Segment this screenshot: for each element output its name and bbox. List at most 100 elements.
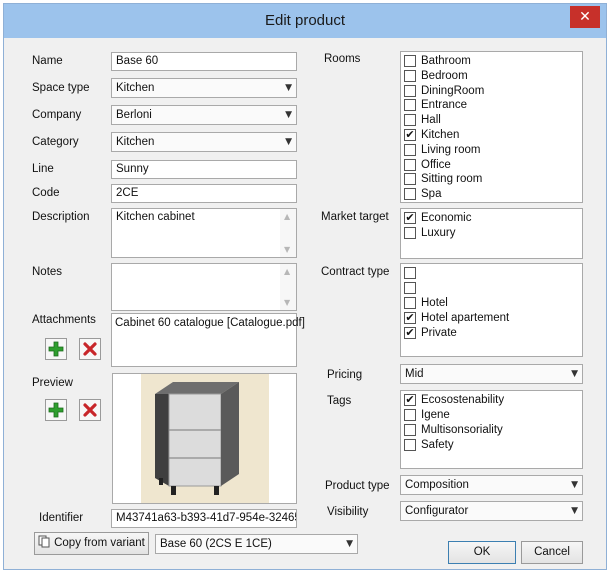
room-item-bedroom[interactable]: Bedroom [404,69,468,84]
tags-checklist[interactable]: ✔ Ecosostenability Igene Multisonsorialit… [400,390,583,469]
copy-icon [38,535,50,548]
room-checkbox[interactable] [404,84,416,97]
room-item-entrance[interactable]: Entrance [404,99,467,113]
market-target-checklist[interactable]: ✔ Economic Luxury [400,208,583,259]
copy-from-variant-button[interactable]: Copy from variant [34,532,149,555]
market-checkbox[interactable] [404,227,416,239]
contract-checkbox[interactable] [404,267,416,279]
room-label: Living room [421,143,481,156]
room-checkbox[interactable] [404,69,416,82]
contract-item-blank-2[interactable] [404,282,421,296]
close-button[interactable]: ✕ [570,6,600,28]
notes-scrollbar[interactable]: ▲ ▼ [280,264,296,310]
plus-icon [48,341,64,357]
cancel-button[interactable]: Cancel [521,541,583,564]
room-label: Hall [421,114,441,127]
visibility-select[interactable]: Configurator ▼ [400,501,583,521]
identifier-field[interactable]: M43741a63-b393-41d7-954e-324650c [111,509,297,528]
add-preview-button[interactable] [45,399,67,421]
room-checkbox[interactable] [404,173,416,186]
room-checkbox[interactable] [404,114,416,127]
variant-select[interactable]: Base 60 (2CS E 1CE) ▼ [155,534,358,554]
chevron-down-icon: ▼ [571,506,578,516]
scroll-down-icon[interactable]: ▼ [284,245,290,254]
room-label: DiningRoom [421,84,485,97]
market-label: Luxury [421,227,456,239]
room-item-sitting-room[interactable]: Sitting room [404,173,482,187]
tag-item-safety[interactable]: Safety [404,439,454,453]
remove-attachment-button[interactable] [79,338,101,360]
market-item-luxury[interactable]: Luxury [404,227,456,241]
add-attachment-button[interactable] [45,338,67,360]
chevron-down-icon: ▼ [285,83,292,93]
room-checkbox[interactable] [404,143,416,156]
description-label: Description [32,211,90,223]
room-label: Sitting room [421,173,483,186]
edit-product-dialog: Edit product ✕ Name Base 60 Space type K… [3,3,607,570]
contract-item-private[interactable]: ✔ Private [404,327,457,341]
room-checkbox[interactable] [404,99,416,112]
pricing-value: Mid [405,368,424,380]
room-item-diningroom[interactable]: DiningRoom [404,84,485,99]
scroll-up-icon[interactable]: ▲ [284,212,290,221]
product-type-label: Product type [325,480,390,492]
tags-label: Tags [327,395,352,407]
room-item-living-room[interactable]: Living room [404,143,481,158]
tag-label: Multisonsoriality [421,424,503,436]
rooms-label: Rooms [324,53,361,65]
room-item-hall[interactable]: Hall [404,114,441,128]
company-select[interactable]: Berloni ▼ [111,105,297,125]
space-type-select[interactable]: Kitchen ▼ [111,78,297,98]
room-checkbox-checked[interactable]: ✔ [404,129,416,141]
pricing-select[interactable]: Mid ▼ [400,364,583,384]
contract-checkbox-checked[interactable]: ✔ [404,312,416,324]
attachment-item[interactable]: Cabinet 60 catalogue [Catalogue.pdf] [115,317,305,331]
room-checkbox[interactable] [404,188,416,201]
attachments-list[interactable]: Cabinet 60 catalogue [Catalogue.pdf] [111,313,305,367]
description-field[interactable]: Kitchen cabinet ▲ ▼ [111,208,297,258]
category-value: Kitchen [116,136,155,148]
tag-item-multisonsoriality[interactable]: Multisonsoriality [404,424,503,438]
room-checkbox[interactable] [404,158,416,171]
market-item-economic[interactable]: ✔ Economic [404,212,472,226]
code-field[interactable]: 2CE [111,184,297,203]
room-item-office[interactable]: Office [404,158,451,173]
rooms-checklist[interactable]: Bathroom Bedroom DiningRoom Entrance Hal… [400,51,583,203]
tag-checkbox[interactable] [404,439,416,451]
line-field[interactable]: Sunny [111,160,297,179]
description-scrollbar[interactable]: ▲ ▼ [280,209,296,257]
visibility-value: Configurator [405,505,469,517]
notes-field[interactable]: ▲ ▼ [111,263,297,311]
contract-item-hotel-apartement[interactable]: ✔ Hotel apartement [404,312,509,326]
scroll-down-icon[interactable]: ▼ [284,298,290,307]
title-bar: Edit product ✕ [4,4,606,38]
room-item-kitchen[interactable]: ✔ Kitchen [404,129,459,143]
name-field[interactable]: Base 60 [111,52,297,71]
product-type-select[interactable]: Composition ▼ [400,475,583,495]
contract-item-hotel[interactable]: Hotel [404,297,448,311]
x-icon [83,342,97,356]
ok-button[interactable]: OK [448,541,516,564]
tag-item-igene[interactable]: Igene [404,409,450,423]
tag-checkbox[interactable] [404,409,416,421]
room-checkbox[interactable] [404,55,416,67]
tag-checkbox[interactable] [404,424,416,436]
code-label: Code [32,187,60,199]
scroll-up-icon[interactable]: ▲ [284,267,290,276]
contract-checkbox-checked[interactable]: ✔ [404,327,416,339]
description-value: Kitchen cabinet [116,211,195,223]
contract-checkbox[interactable] [404,282,416,294]
category-select[interactable]: Kitchen ▼ [111,132,297,152]
plus-icon [48,402,64,418]
market-checkbox-checked[interactable]: ✔ [404,212,416,224]
remove-preview-button[interactable] [79,399,101,421]
room-item-bathroom[interactable]: Bathroom [404,55,471,69]
contract-type-checklist[interactable]: Hotel ✔ Hotel apartement ✔ Private [400,263,583,357]
contract-label: Hotel apartement [421,312,510,324]
tag-checkbox-checked[interactable]: ✔ [404,394,416,406]
contract-checkbox[interactable] [404,297,416,309]
contract-type-label: Contract type [321,266,390,278]
contract-item-blank-1[interactable] [404,267,421,281]
room-item-spa[interactable]: Spa [404,188,441,202]
tag-item-ecosostenability[interactable]: ✔ Ecosostenability [404,394,504,408]
